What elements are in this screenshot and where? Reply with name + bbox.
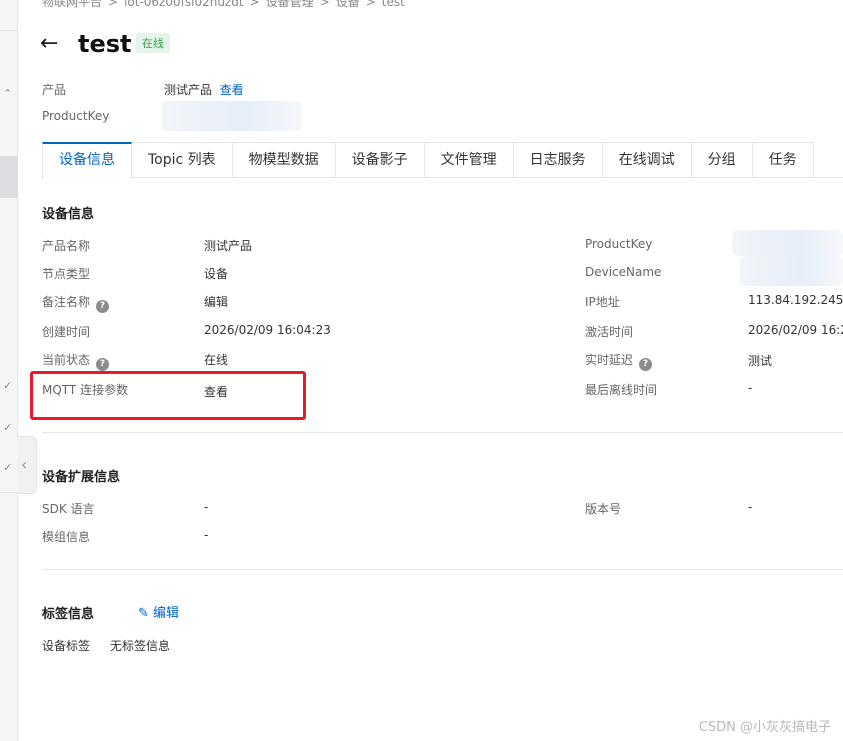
chevron-up-icon[interactable]: ⌃ — [3, 88, 12, 99]
tab-tasks[interactable]: 任务 — [752, 142, 814, 178]
tag-label: 设备标签 — [42, 639, 91, 653]
field-label: 激活时间 — [585, 325, 634, 339]
highlight-box — [30, 371, 306, 420]
product-value: 测试产品 查看 — [164, 81, 244, 98]
field-value: 2026/02/09 16:23: — [748, 323, 843, 337]
page-title: test — [78, 30, 132, 58]
tab-online-debug[interactable]: 在线调试 — [602, 142, 692, 178]
tab-device-shadow[interactable]: 设备影子 — [335, 142, 425, 178]
field-label: 版本号 — [585, 502, 622, 516]
divider — [42, 432, 843, 433]
field-label: DeviceName — [585, 265, 662, 279]
breadcrumb-item[interactable]: 物联网平台 — [42, 0, 102, 9]
breadcrumb-item: test — [381, 0, 405, 9]
product-name: 测试产品 — [164, 83, 213, 97]
field-label: SDK 语言 — [42, 502, 95, 516]
edit-remark-link[interactable]: 编辑 — [204, 293, 228, 310]
redacted-devicename-value — [740, 256, 843, 286]
help-icon[interactable]: ? — [639, 358, 653, 371]
product-label: 产品 — [42, 83, 67, 97]
field-label: ProductKey — [585, 237, 653, 251]
field-value: 设备 — [204, 267, 229, 281]
view-product-link[interactable]: 查看 — [220, 83, 244, 97]
field-label: 模组信息 — [42, 530, 91, 544]
rail-active-item[interactable] — [0, 156, 18, 198]
left-rail: ⌃ ✓ ✓ ✓ — [0, 0, 18, 741]
field-value: 测试产品 — [204, 239, 253, 253]
remark-name-label: 备注名称 — [42, 295, 91, 309]
back-arrow-icon[interactable]: ← — [40, 33, 58, 55]
tab-bar: 设备信息 Topic 列表 物模型数据 设备影子 文件管理 日志服务 在线调试 … — [42, 142, 843, 179]
breadcrumb-item[interactable]: 设备管理 — [266, 0, 314, 9]
field-label: 当前状态? — [42, 351, 110, 371]
realtime-latency-label: 实时延迟 — [585, 353, 634, 367]
chevron-left-icon: ‹ — [21, 455, 28, 474]
rail-divider — [0, 492, 18, 493]
field-value: - — [204, 528, 209, 542]
redacted-productkey-value — [732, 230, 843, 256]
edit-tags-label: 编辑 — [153, 606, 180, 621]
breadcrumb-item[interactable]: iot-06z00fsi02nuzdt — [124, 0, 243, 9]
tab-log-service[interactable]: 日志服务 — [513, 142, 603, 178]
field-label: 备注名称? — [42, 293, 110, 313]
field-value: 2026/02/09 16:04:23 — [204, 323, 331, 337]
field-value: - — [748, 500, 753, 514]
section-title-tag-info: 标签信息 — [42, 607, 95, 622]
tab-file-management[interactable]: 文件管理 — [424, 142, 514, 178]
breadcrumb-item[interactable]: 设备 — [336, 0, 360, 9]
tab-thing-model-data[interactable]: 物模型数据 — [232, 142, 336, 178]
check-icon: ✓ — [3, 379, 13, 392]
redacted-productkey — [162, 101, 302, 131]
tab-device-info[interactable]: 设备信息 — [42, 142, 132, 179]
collapse-sidebar-button[interactable]: ‹ — [17, 436, 37, 494]
field-value: - — [204, 500, 209, 514]
tab-groups[interactable]: 分组 — [691, 142, 753, 178]
breadcrumb: 物联网平台 > iot-06z00fsi02nuzdt > 设备管理 > 设备 > test — [42, 0, 405, 10]
field-label: IP地址 — [585, 295, 620, 309]
test-latency-link[interactable]: 测试 — [748, 352, 772, 369]
field-label: 节点类型 — [42, 267, 91, 281]
rail-divider — [0, 30, 18, 31]
tag-value: 无标签信息 — [110, 639, 171, 653]
check-icon: ✓ — [3, 421, 13, 434]
check-icon: ✓ — [3, 461, 13, 474]
tab-topic-list[interactable]: Topic 列表 — [132, 142, 233, 178]
field-value: 113.84.192.245 — [748, 293, 843, 307]
help-icon[interactable]: ? — [96, 358, 110, 371]
section-title-ext-info: 设备扩展信息 — [42, 470, 121, 485]
field-label: 实时延迟? — [585, 351, 653, 371]
help-icon[interactable]: ? — [96, 300, 110, 313]
section-title-device-info: 设备信息 — [42, 207, 95, 222]
status-badge: 在线 — [136, 33, 170, 53]
field-label: 创建时间 — [42, 325, 91, 339]
edit-tags-button[interactable]: ✎ 编辑 — [138, 602, 179, 621]
field-value: - — [748, 381, 753, 395]
watermark: CSDN @小灰灰搞电子 — [698, 720, 831, 735]
pencil-icon: ✎ — [138, 606, 149, 621]
field-label: 最后离线时间 — [585, 383, 658, 397]
field-label: 产品名称 — [42, 239, 91, 253]
divider — [42, 569, 843, 570]
current-status-label: 当前状态 — [42, 353, 91, 367]
productkey-label: ProductKey — [42, 109, 110, 123]
field-value: 在线 — [204, 353, 229, 367]
